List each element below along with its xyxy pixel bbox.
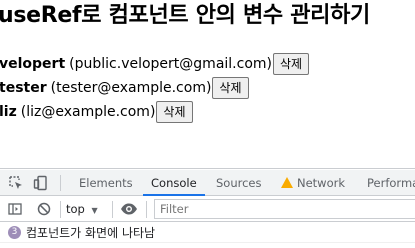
username: liz [0,104,17,120]
filter-input[interactable] [154,199,415,219]
page-content: useRef로 컴포넌트 안의 변수 관리하기 velopert (public… [0,0,415,168]
delete-button[interactable]: 삭제 [156,101,193,123]
user-email: (liz@example.com) [20,104,156,120]
user-row: tester (tester@example.com) 삭제 [0,77,249,99]
clear-console-icon[interactable] [35,200,53,218]
toolbar-separator [146,201,147,218]
tab-sources[interactable]: Sources [216,170,262,196]
tab-performance[interactable]: Performa [367,170,415,196]
toolbar-separator [60,201,61,218]
context-label: top [66,202,85,216]
console-message: 3 컴포넌트가 화면에 나타남 [0,223,415,243]
devtools-panel: Elements Console Sources Network Perform… [0,168,415,248]
warning-icon [281,177,293,188]
delete-button[interactable]: 삭제 [212,77,249,99]
tab-network[interactable]: Network [281,170,345,196]
username: velopert [0,56,66,72]
tab-elements[interactable]: Elements [79,170,133,196]
tab-separator [60,175,61,191]
tab-network-label: Network [297,176,346,190]
toolbar-separator [112,201,113,218]
dropdown-arrow-icon: ▼ [91,206,98,215]
user-row: liz (liz@example.com) 삭제 [0,101,193,123]
user-email: (public.velopert@gmail.com) [69,56,272,72]
repeat-count-badge: 3 [8,226,21,239]
sidebar-toggle-icon[interactable] [6,200,24,218]
eye-icon[interactable] [120,200,138,218]
page-title: useRef로 컴포넌트 안의 변수 관리하기 [0,3,370,28]
context-selector[interactable]: top ▼ [66,200,98,218]
device-toolbar-icon[interactable] [32,174,50,192]
user-row: velopert (public.velopert@gmail.com) 삭제 [0,53,310,75]
devtools-tab-bar: Elements Console Sources Network Perform… [0,170,415,196]
delete-button[interactable]: 삭제 [273,53,310,75]
inspect-element-icon[interactable] [7,174,25,192]
console-toolbar: top ▼ [0,197,415,222]
user-email: (tester@example.com) [50,80,212,96]
username: tester [0,80,47,96]
tab-console[interactable]: Console [143,170,205,196]
console-message-text: 컴포넌트가 화면에 나타남 [26,226,156,240]
